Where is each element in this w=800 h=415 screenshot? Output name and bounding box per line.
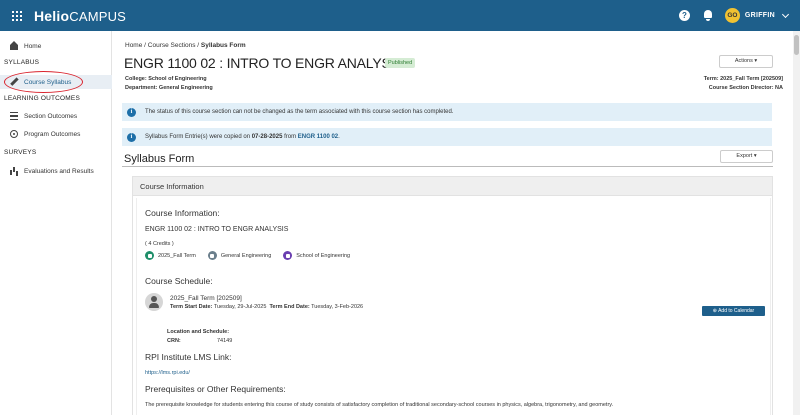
sidebar-item-label: Home xyxy=(24,42,42,50)
sidebar: Home SYLLABUS Course Syllabus LEARNING O… xyxy=(0,31,112,415)
copied-mid: from xyxy=(282,134,298,140)
logo-bold-text: Helio xyxy=(34,7,70,24)
bar-chart-icon xyxy=(10,167,18,175)
college-text: College: School of Engineering xyxy=(125,76,207,82)
location-label: Location and Schedule: xyxy=(167,329,230,335)
copied-source-link[interactable]: ENGR 1100 02 xyxy=(298,134,338,140)
person-icon xyxy=(145,293,163,311)
add-to-calendar-label: Add to Calendar xyxy=(718,308,755,314)
calendar-icon xyxy=(145,251,154,260)
sidebar-item-home[interactable]: Home xyxy=(0,39,112,53)
credits-text: ( 4 Credits ) xyxy=(145,241,174,247)
start-date-label: Term Start Date: xyxy=(170,304,213,310)
course-info-heading: Course Information: xyxy=(145,208,220,218)
export-dropdown-button[interactable]: Export ▾ xyxy=(720,150,773,163)
copied-notice: i Syllabus Form Entrie(s) were copied on… xyxy=(122,128,772,146)
sidebar-section-surveys: SURVEYS xyxy=(4,149,37,156)
schedule-heading: Course Schedule: xyxy=(145,276,213,286)
tag-term: 2025_Fall Term xyxy=(158,252,196,259)
help-icon[interactable]: ? xyxy=(678,10,690,21)
tag-school: School of Engineering xyxy=(296,252,351,259)
breadcrumb: Home / Course Sections / Syllabus Form xyxy=(125,42,246,49)
lms-heading: RPI Institute LMS Link: xyxy=(145,352,232,362)
course-information-panel: Course Information Course Information: E… xyxy=(132,176,773,415)
sidebar-item-program-outcomes[interactable]: Program Outcomes xyxy=(0,127,112,141)
department-icon xyxy=(207,251,217,260)
end-date-label: Term End Date: xyxy=(269,304,310,310)
crn-value: 74149 xyxy=(217,338,233,344)
info-icon: i xyxy=(127,132,136,142)
crn-label: CRN: xyxy=(167,338,181,344)
divider xyxy=(122,166,773,167)
sidebar-section-syllabus: SYLLABUS xyxy=(4,59,40,66)
term-text: Term: 2025_Fall Term [202509] xyxy=(703,76,783,82)
target-icon xyxy=(10,130,18,138)
tag-department: General Engineering xyxy=(220,252,272,259)
status-notice: i The status of this course section can … xyxy=(122,103,772,121)
breadcrumb-current: Syllabus Form xyxy=(200,42,246,49)
form-title: Syllabus Form xyxy=(124,153,195,165)
term-dates: Term Start Date: Tuesday, 29-Jul-2025 Te… xyxy=(170,304,363,310)
copied-suffix: . xyxy=(338,134,340,140)
scrollbar-thumb[interactable] xyxy=(794,35,799,55)
home-icon xyxy=(10,41,18,50)
prereq-heading: Prerequisites or Other Requirements: xyxy=(145,384,286,394)
page-scrollbar[interactable] xyxy=(793,31,800,415)
course-name: ENGR 1100 02 : INTRO TO ENGR ANALYSIS xyxy=(145,226,289,233)
apps-grid-icon[interactable] xyxy=(12,10,22,21)
course-tags: 2025_Fall Term General Engineering Schoo… xyxy=(145,251,350,260)
school-icon xyxy=(283,251,293,260)
top-bar: HelioCAMPUS ? GO GRIFFIN xyxy=(0,0,800,31)
copied-prefix: Syllabus Form Entrie(s) were copied on xyxy=(145,134,252,140)
chevron-down-icon[interactable] xyxy=(781,10,790,18)
user-name[interactable]: GRIFFIN xyxy=(745,12,775,19)
add-to-calendar-button[interactable]: ⊕ Add to Calendar xyxy=(702,306,765,316)
bell-icon[interactable] xyxy=(703,10,713,21)
panel-body: Course Information: ENGR 1100 02 : INTRO… xyxy=(136,198,771,415)
main-content: Home / Course Sections / Syllabus Form E… xyxy=(112,31,793,415)
start-date-value: Tuesday, 29-Jul-2025 xyxy=(212,304,267,310)
avatar[interactable]: GO xyxy=(724,8,740,23)
copied-notice-text: Syllabus Form Entrie(s) were copied on 0… xyxy=(145,134,340,140)
highlight-circle xyxy=(4,71,83,93)
sidebar-item-evaluations[interactable]: Evaluations and Results xyxy=(0,164,112,178)
course-meta-right: Term: 2025_Fall Term [202509] Course Sec… xyxy=(704,75,783,93)
sidebar-item-label: Section Outcomes xyxy=(24,112,78,120)
lms-link[interactable]: https://lms.rpi.edu/ xyxy=(145,370,190,376)
sidebar-item-label: Evaluations and Results xyxy=(24,167,94,175)
breadcrumb-course-sections[interactable]: Course Sections / xyxy=(148,42,199,49)
copied-date: 07-28-2025 xyxy=(251,134,283,140)
actions-dropdown-button[interactable]: Actions ▾ xyxy=(719,55,773,68)
logo[interactable]: HelioCAMPUS xyxy=(34,8,126,24)
sidebar-section-learning-outcomes: LEARNING OUTCOMES xyxy=(4,95,80,102)
list-icon xyxy=(10,112,18,120)
sidebar-item-section-outcomes[interactable]: Section Outcomes xyxy=(0,109,112,123)
status-badge: Published xyxy=(385,58,416,68)
info-icon: i xyxy=(127,107,136,117)
prereq-text: The prerequisite knowledge for students … xyxy=(145,402,614,408)
status-notice-text: The status of this course section can no… xyxy=(145,109,454,115)
sidebar-item-label: Program Outcomes xyxy=(24,130,81,138)
end-date-value: Tuesday, 3-Feb-2026 xyxy=(309,304,364,310)
breadcrumb-home[interactable]: Home / xyxy=(125,42,146,49)
course-meta-left: College: School of Engineering Departmen… xyxy=(125,75,213,93)
director-text: Course Section Director: NA xyxy=(708,85,783,91)
panel-header[interactable]: Course Information xyxy=(133,177,772,196)
department-text: Department: General Engineering xyxy=(125,85,213,91)
logo-rest-text: CAMPUS xyxy=(69,8,127,24)
page-title: ENGR 1100 02 : INTRO TO ENGR ANALYSIS xyxy=(124,55,404,71)
schedule-term: 2025_Fall Term [202509] xyxy=(170,295,242,302)
